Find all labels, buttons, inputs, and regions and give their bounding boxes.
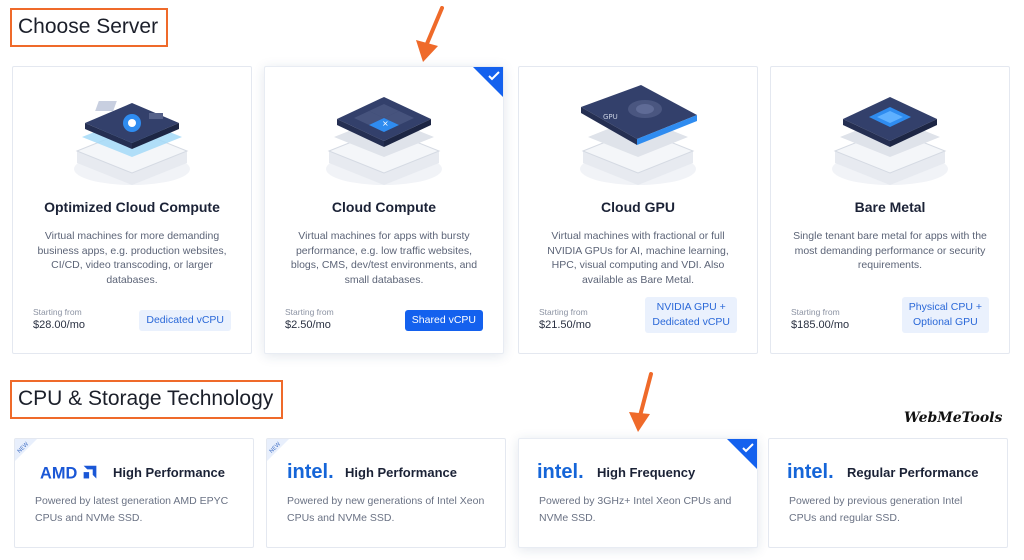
cpu-option-intel-high-frequency[interactable]: intel. High Frequency Powered by 3GHz+ I… xyxy=(518,438,758,548)
intel-logo-icon: intel. xyxy=(287,461,334,483)
section-title-choose-server: Choose Server xyxy=(10,8,169,47)
server-description: Single tenant bare metal for apps with t… xyxy=(793,230,987,271)
new-tag-icon: NEW xyxy=(15,439,37,461)
server-card-optimized-cloud-compute[interactable]: Optimized Cloud Compute Virtual machines… xyxy=(12,66,252,354)
bare-metal-icon xyxy=(832,97,948,185)
selected-check-icon xyxy=(727,439,757,469)
price-value: $185.00/mo xyxy=(791,319,850,331)
price-label: Starting from xyxy=(285,307,334,317)
cpu-option-intel-regular-performance[interactable]: intel. Regular Performance Powered by pr… xyxy=(768,438,1008,548)
cpu-option-amd-high-performance[interactable]: NEW AMD High Performance Powered by late… xyxy=(14,438,254,548)
price-label: Starting from xyxy=(539,307,588,317)
cpu-type-badge: Physical CPU + Optional GPU xyxy=(901,297,989,333)
server-name: Cloud GPU xyxy=(601,199,675,215)
badge-line: Physical CPU + xyxy=(908,301,982,313)
cpu-option-description: Powered by latest generation AMD EPYC CP… xyxy=(35,495,229,524)
pointer-arrow-icon xyxy=(629,372,653,432)
intel-logo-icon: intel. xyxy=(537,461,584,483)
cpu-option-title: High Performance xyxy=(113,465,225,480)
server-description: Virtual machines for more demanding busi… xyxy=(37,230,227,286)
cpu-option-intel-high-performance[interactable]: NEW intel. High Performance Powered by n… xyxy=(266,438,506,548)
svg-text:intel.: intel. xyxy=(537,461,584,483)
svg-text:GPU: GPU xyxy=(603,113,618,121)
server-name: Cloud Compute xyxy=(331,199,437,215)
cpu-option-title: High Frequency xyxy=(597,465,696,480)
optimized-compute-icon xyxy=(74,101,190,185)
section-title-cpu-storage: CPU & Storage Technology xyxy=(10,380,284,419)
intel-logo-icon: intel. xyxy=(787,461,834,483)
pointer-arrow-icon xyxy=(416,6,444,62)
badge-line: Dedicated vCPU xyxy=(652,316,730,328)
server-description: Virtual machines for apps with bursty pe… xyxy=(290,230,478,286)
server-description: Virtual machines with fractional or full… xyxy=(547,230,729,286)
cpu-option-description: Powered by new generations of Intel Xeon… xyxy=(287,495,485,524)
cpu-type-badge: Shared vCPU xyxy=(404,310,483,331)
svg-text:×: × xyxy=(382,119,389,128)
cpu-option-title: High Performance xyxy=(345,465,457,480)
price-value: $2.50/mo xyxy=(285,319,331,331)
server-card-bare-metal[interactable]: Bare Metal Single tenant bare metal for … xyxy=(770,66,1010,354)
gpu-icon: GPU xyxy=(580,85,697,185)
svg-text:intel.: intel. xyxy=(287,461,334,483)
price-value: $21.50/mo xyxy=(539,319,591,331)
amd-logo-icon: AMD xyxy=(40,464,97,482)
cpu-type-badge: Dedicated vCPU xyxy=(139,310,231,331)
selected-check-icon xyxy=(473,67,503,97)
cpu-option-title: Regular Performance xyxy=(847,465,979,480)
price-value: $28.00/mo xyxy=(33,319,85,331)
cloud-compute-icon: × xyxy=(326,97,442,185)
server-card-cloud-compute[interactable]: × Cloud Compute Virtual machines for app… xyxy=(264,66,504,354)
price-label: Starting from xyxy=(791,307,840,317)
cpu-option-description: Powered by 3GHz+ Intel Xeon CPUs and NVM… xyxy=(539,495,732,524)
cpu-type-badge: NVIDIA GPU + Dedicated vCPU xyxy=(645,297,737,333)
badge-line: Optional GPU xyxy=(912,316,978,328)
cpu-option-description: Powered by previous generation Intel CPU… xyxy=(789,495,963,524)
new-tag-icon: NEW xyxy=(267,439,289,461)
server-name: Optimized Cloud Compute xyxy=(44,199,220,215)
server-name: Bare Metal xyxy=(854,199,926,215)
svg-text:intel.: intel. xyxy=(787,461,834,483)
server-card-cloud-gpu[interactable]: GPU Cloud GPU Virtual machines with frac… xyxy=(518,66,758,354)
svg-text:AMD: AMD xyxy=(40,464,77,482)
price-label: Starting from xyxy=(33,307,82,317)
badge-line: NVIDIA GPU + xyxy=(656,301,726,313)
watermark-text: WebMeTools xyxy=(904,410,1003,426)
